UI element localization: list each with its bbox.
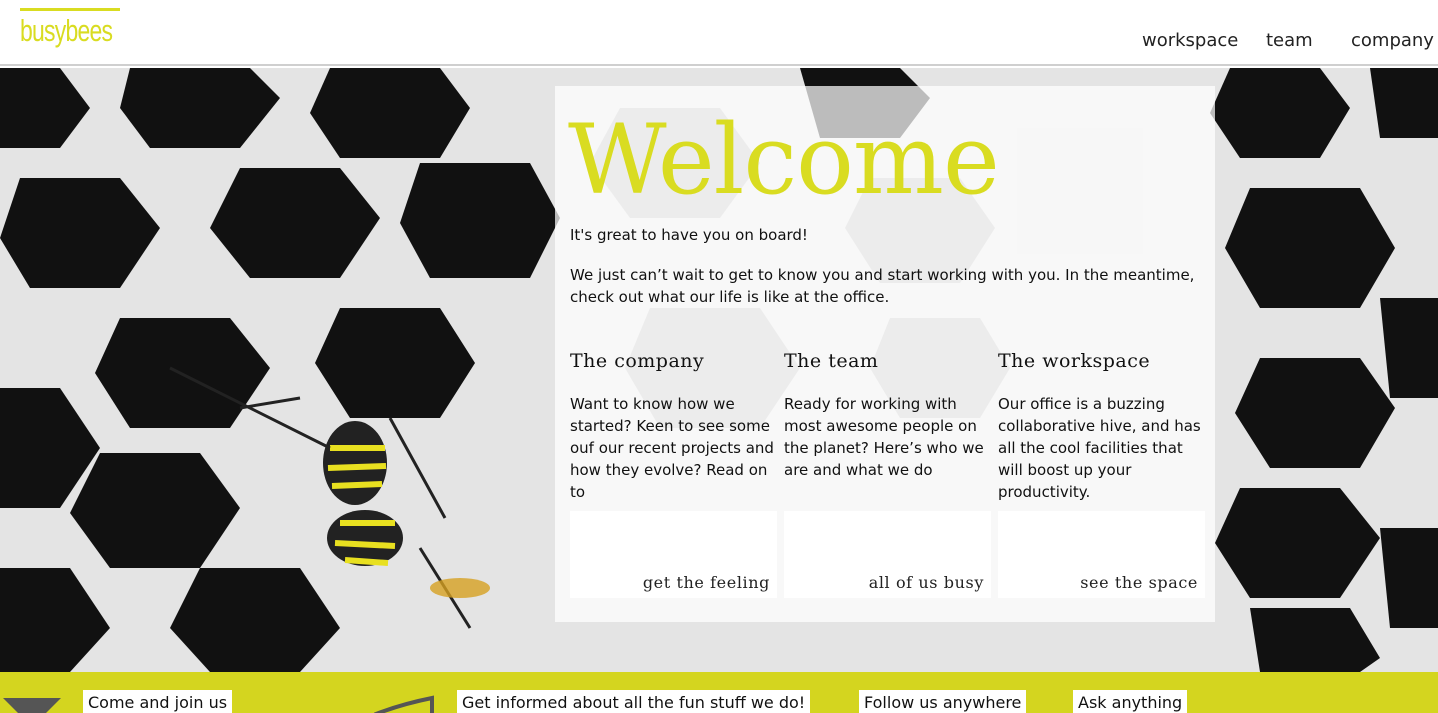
all-of-us-busy-button[interactable]: all of us busy [784,511,991,598]
see-the-space-button[interactable]: see the space [998,511,1205,598]
footer-get-informed[interactable]: Get informed about all the fun stuff we … [457,690,811,713]
megaphone-icon [374,695,434,713]
get-the-feeling-button[interactable]: get the feeling [570,511,777,598]
nav-workspace[interactable]: workspace [1142,30,1238,51]
column-company: The company Want to know how we started?… [570,350,777,503]
nav-team[interactable]: team [1266,30,1313,51]
all-of-us-busy-label: all of us busy [868,573,984,592]
logo-text: busybees [20,13,113,48]
column-heading-team: The team [784,350,879,372]
get-the-feeling-label: get the feeling [642,573,770,592]
column-workspace: The workspace Our office is a buzzing co… [998,350,1205,503]
footer-bar: Come and join us Get informed about all … [0,672,1438,713]
see-the-space-label: see the space [1080,573,1198,592]
footer-follow-us[interactable]: Follow us anywhere [859,690,1027,713]
intro-paragraph: We just can’t wait to get to know you an… [570,266,1195,306]
column-text-company: Want to know how we started? Keen to see… [570,395,774,501]
column-heading-company: The company [570,350,705,372]
logo[interactable]: busybees [20,6,120,60]
column-team: The team Ready for working with most awe… [784,350,991,481]
funnel-icon [3,698,61,713]
welcome-panel: Welcome It's great to have you on board!… [555,86,1215,622]
welcome-title: Welcome [568,104,1000,216]
nav-company[interactable]: company [1351,30,1434,51]
footer-join-us[interactable]: Come and join us [83,690,233,713]
logo-bar [20,8,120,11]
column-text-workspace: Our office is a buzzing collaborative hi… [998,395,1201,501]
intro-text: It's great to have you on board! [570,226,808,244]
column-text-team: Ready for working with most awesome peop… [784,395,984,479]
site-header: busybees workspace team company [0,0,1438,66]
footer-ask-anything[interactable]: Ask anything [1073,690,1188,713]
column-heading-workspace: The workspace [998,350,1151,372]
